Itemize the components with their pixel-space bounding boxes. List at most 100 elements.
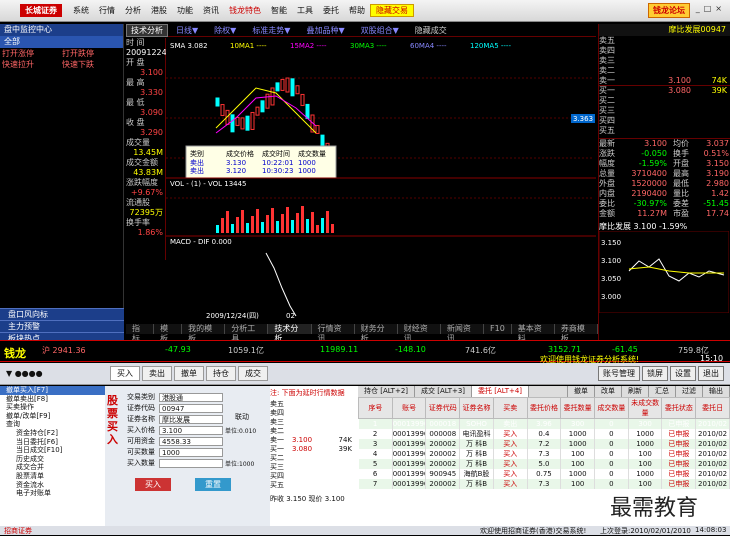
section-wind[interactable]: 盘口风向标: [0, 308, 124, 320]
kline-chart[interactable]: SMA 3.082 10MA1 ---- 15MA2 ---- 30MA3 ---- 6…: [166, 38, 596, 323]
order-row[interactable]: 4 00013996 200002 万 科B 买入 7.3 100 0 100 已申报 2010/0…: [358, 449, 730, 459]
bottom-tab[interactable]: 新闻资讯: [441, 324, 484, 343]
order-row[interactable]: 3 00013996 200002 万 科B 买入 7.2 1000 0 1000 已申报 2010…: [358, 439, 730, 449]
exit-button[interactable]: 退出: [698, 366, 724, 381]
column-header[interactable]: 证券代码: [425, 397, 461, 419]
form-field[interactable]: 1000: [159, 447, 223, 457]
dropdown[interactable]: 标准走势▼: [244, 25, 298, 36]
bottom-tab[interactable]: F10: [484, 324, 512, 334]
column-header[interactable]: 未成交数量: [627, 397, 663, 419]
dropdown[interactable]: 双股组合▼: [353, 25, 407, 36]
form-field[interactable]: 00947: [159, 403, 223, 413]
tree-item[interactable]: 电子对账单: [0, 489, 105, 498]
menu-item[interactable]: 资讯: [198, 5, 224, 16]
tab-tech-analysis[interactable]: 技术分析: [126, 23, 168, 37]
tooltip-cell: 1000: [298, 159, 316, 167]
menu-item[interactable]: 功能: [172, 5, 198, 16]
position-tab[interactable]: 持仓: [206, 366, 236, 381]
sell-tab[interactable]: 卖出: [142, 366, 172, 381]
cancel-tab[interactable]: 撤单: [174, 366, 204, 381]
orders-tab[interactable]: 委托 [ALT+4]: [472, 386, 530, 397]
form-field[interactable]: 摩比发展: [159, 414, 223, 424]
order-row[interactable]: 5 00013996 200002 万 科B 买入 5.0 100 0 100 已申报 2010/0…: [358, 459, 730, 469]
order-action-button[interactable]: 汇总: [649, 386, 676, 397]
account-manage-button[interactable]: 账号管理: [598, 366, 640, 381]
tree-item[interactable]: 当日成交[F10]: [0, 446, 105, 455]
tree-item[interactable]: 撤单卖出[F8]: [0, 395, 105, 404]
tooltip-cell: 10:22:01: [262, 159, 293, 167]
column-header[interactable]: 序号: [358, 397, 393, 419]
candle: [315, 124, 320, 134]
column-header[interactable]: 账号: [391, 397, 427, 419]
hide-trade-button[interactable]: 隐藏交易: [370, 4, 414, 17]
menu-item[interactable]: 委托: [318, 5, 344, 16]
bottom-tab[interactable]: 券商模板: [555, 324, 599, 343]
bottom-tab[interactable]: 基本资料: [512, 324, 555, 343]
bottom-tab[interactable]: 我的模板: [182, 324, 226, 343]
form-field[interactable]: [159, 458, 223, 468]
deal-tab[interactable]: 成交: [238, 366, 268, 381]
bottom-tab[interactable]: 财务分析: [355, 324, 398, 343]
tree-item[interactable]: 买卖操作: [0, 403, 105, 412]
order-row[interactable]: 6 00013996 900945 海航B股 买入 0.75 1000 0 1000 已申报 201…: [358, 469, 730, 479]
window-controls[interactable]: _□×: [696, 4, 726, 13]
menu-item[interactable]: 分析: [120, 5, 146, 16]
dropdown[interactable]: 除权▼: [206, 25, 244, 36]
form-field[interactable]: 3.100: [159, 425, 223, 435]
menu-item[interactable]: 工具: [292, 5, 318, 16]
tree-item[interactable]: 资金流水: [0, 481, 105, 490]
order-action-button[interactable]: 撤单: [568, 386, 595, 397]
account-select[interactable]: ▼ ●●●●: [0, 369, 110, 378]
monitor-row[interactable]: 快速拉升 快速下跌: [0, 59, 123, 70]
orders-tab[interactable]: 成交 [ALT+3]: [415, 386, 473, 397]
tree-item[interactable]: 成交合并: [0, 463, 105, 472]
tree-item[interactable]: 股票清单: [0, 472, 105, 481]
lock-button[interactable]: 锁屏: [642, 366, 668, 381]
column-header[interactable]: 委托价格: [526, 397, 562, 419]
section-alert[interactable]: 主力预警: [0, 320, 124, 332]
tree-item[interactable]: 当日委托[F6]: [0, 438, 105, 447]
menu-item[interactable]: 系统: [68, 5, 94, 16]
tree-item[interactable]: 查询: [0, 420, 105, 429]
menu-item[interactable]: 钱龙特色: [224, 5, 266, 16]
column-header[interactable]: 委托状态: [661, 397, 697, 419]
order-action-button[interactable]: 改单: [595, 386, 622, 397]
settings-button[interactable]: 设置: [670, 366, 696, 381]
bottom-tab[interactable]: 技术分析: [268, 324, 312, 343]
monitor-row[interactable]: 打开涨停 打开跌停: [0, 48, 123, 59]
order-row[interactable]: 7 00013996 200002 万 科B 买入 7.3 100 0 100 已申报 2010/0…: [358, 479, 730, 489]
column-header[interactable]: 买卖: [492, 397, 528, 419]
dropdown[interactable]: 叠加品种▼: [298, 25, 352, 36]
tree-item[interactable]: 撤单买入[F7]: [0, 386, 105, 395]
hide-trades[interactable]: 隐藏成交: [407, 25, 455, 36]
order-action-button[interactable]: 刷新: [622, 386, 649, 397]
orders-tab[interactable]: 持仓 [ALT+2]: [358, 386, 416, 397]
bottom-tab[interactable]: 模板: [154, 324, 183, 343]
bottom-tab[interactable]: 指标: [126, 324, 155, 343]
order-action-button[interactable]: 过滤: [676, 386, 703, 397]
order-row[interactable]: 1 00013996 000018 SOHO 卖出 3.96 300 0 300 已申报 2010/…: [358, 418, 730, 429]
column-header[interactable]: 委托数量: [560, 397, 596, 419]
menu-item[interactable]: 智能: [266, 5, 292, 16]
column-header[interactable]: 委托日: [695, 397, 730, 419]
menu-item[interactable]: 行情: [94, 5, 120, 16]
column-header[interactable]: 证券名称: [459, 397, 494, 419]
order-action-button[interactable]: 输出: [703, 386, 730, 397]
menu-item[interactable]: 帮助: [344, 5, 370, 16]
form-field[interactable]: 4558.33: [159, 436, 223, 446]
filter-all[interactable]: 全部: [0, 36, 123, 48]
form-field[interactable]: 港股通: [159, 392, 223, 402]
bottom-tab[interactable]: 分析工具: [225, 324, 269, 343]
column-header[interactable]: 成交数量: [594, 397, 629, 419]
buy-tab[interactable]: 买入: [110, 366, 140, 381]
reset-button[interactable]: 重置: [195, 478, 231, 491]
menu-item[interactable]: 港股: [146, 5, 172, 16]
dropdown[interactable]: 日线▼: [168, 25, 206, 36]
bottom-tab[interactable]: 财经资讯: [398, 324, 441, 343]
order-row[interactable]: 2 00013996 000008 电讯盈科 买入 0.4 1000 0 1000 已申报 2010…: [358, 429, 730, 439]
intraday-mini-chart[interactable]: 3.150 3.100 3.050 3.000: [598, 230, 730, 314]
forum-button[interactable]: 钱龙论坛: [648, 3, 690, 18]
submit-buy-button[interactable]: 买入: [135, 478, 171, 491]
bottom-tab[interactable]: 行情资讯: [312, 324, 355, 343]
tree-item[interactable]: 资金持仓[F2]: [0, 429, 105, 438]
